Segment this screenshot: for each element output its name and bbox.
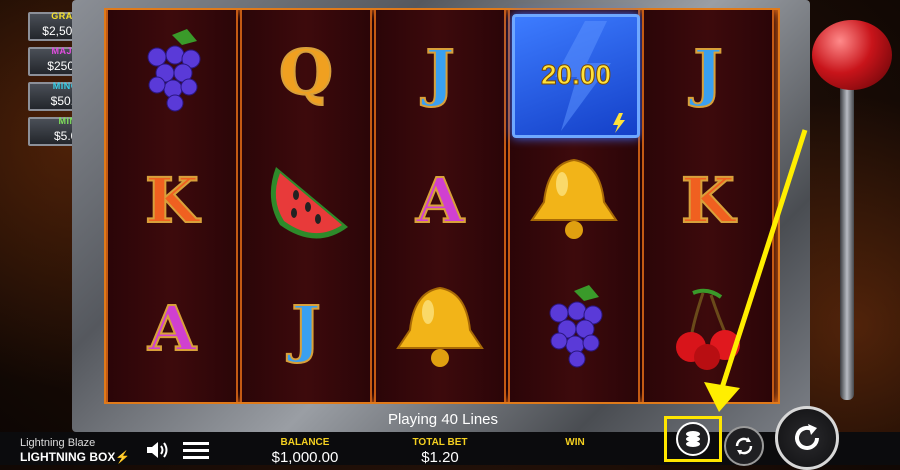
- menu-button[interactable]: [182, 438, 210, 462]
- total-bet-meter: TOTAL BET $1.20: [390, 437, 490, 466]
- symbol-grapes: [108, 10, 236, 134]
- reel-3: J A: [374, 10, 506, 402]
- total-bet-value: $1.20: [421, 449, 459, 466]
- symbol-j-letter: J: [424, 35, 455, 110]
- coin-stack-icon: [676, 422, 710, 456]
- lever-knob[interactable]: [812, 20, 892, 90]
- autoplay-button[interactable]: [724, 426, 764, 466]
- symbol-j-letter: J: [290, 291, 321, 366]
- lever-shaft[interactable]: [840, 60, 854, 400]
- symbol-k-letter: K: [144, 163, 200, 238]
- bet-button[interactable]: [664, 416, 722, 462]
- win-meter: WIN: [540, 437, 610, 449]
- reel-5: J K: [642, 10, 774, 402]
- bell-icon: [530, 158, 618, 239]
- cherries-icon: [676, 288, 740, 370]
- balance-meter: BALANCE $1,000.00: [250, 437, 360, 466]
- total-bet-label: TOTAL BET: [412, 437, 468, 448]
- reel-2: Q J: [240, 10, 372, 402]
- spin-icon: [795, 424, 819, 450]
- sound-icon: [147, 442, 168, 458]
- grapes-icon: [147, 29, 201, 112]
- symbol-grapes: [510, 266, 638, 390]
- symbol-q-letter: Q: [278, 35, 334, 110]
- win-label: WIN: [565, 437, 585, 448]
- autoplay-icon: [735, 437, 753, 455]
- symbol-j: J: [644, 10, 772, 134]
- sound-button[interactable]: [144, 438, 170, 462]
- symbol-bell: [510, 138, 638, 262]
- symbol-k: K: [108, 138, 236, 262]
- spin-button[interactable]: [775, 406, 839, 470]
- symbol-k: K: [644, 138, 772, 262]
- watermelon-icon: [270, 167, 348, 239]
- balance-label: BALANCE: [280, 437, 330, 448]
- reel-1: K A: [106, 10, 238, 402]
- brand-logo-text: LIGHTNING BOX: [20, 450, 116, 464]
- menu-icon: [183, 442, 209, 459]
- brand-logo: LIGHTNING BOX⚡: [20, 450, 130, 464]
- symbol-q: Q: [242, 10, 370, 134]
- symbol-watermelon: [242, 138, 370, 262]
- lines-status: Playing 40 Lines: [387, 411, 499, 428]
- brand-bolt-icon: ⚡: [115, 450, 131, 464]
- symbol-a-letter: A: [147, 291, 197, 366]
- bell-icon: [396, 286, 484, 367]
- symbol-a-letter: A: [415, 163, 465, 238]
- symbol-k-letter: K: [680, 163, 736, 238]
- game-name: Lightning Blaze: [20, 437, 96, 449]
- symbol-a: A: [108, 266, 236, 390]
- symbol-j-letter: J: [692, 35, 723, 110]
- symbol-j: J: [242, 266, 370, 390]
- symbol-a: A: [376, 138, 504, 262]
- bolt-prize-value: 20.00: [540, 59, 612, 91]
- bolt-cash-symbol: 20.00: [512, 14, 640, 138]
- symbol-cherries: [644, 266, 772, 390]
- balance-value: $1,000.00: [271, 449, 339, 466]
- symbol-j: J: [376, 10, 504, 134]
- symbol-bell: [376, 266, 504, 390]
- grapes-icon: [549, 285, 603, 368]
